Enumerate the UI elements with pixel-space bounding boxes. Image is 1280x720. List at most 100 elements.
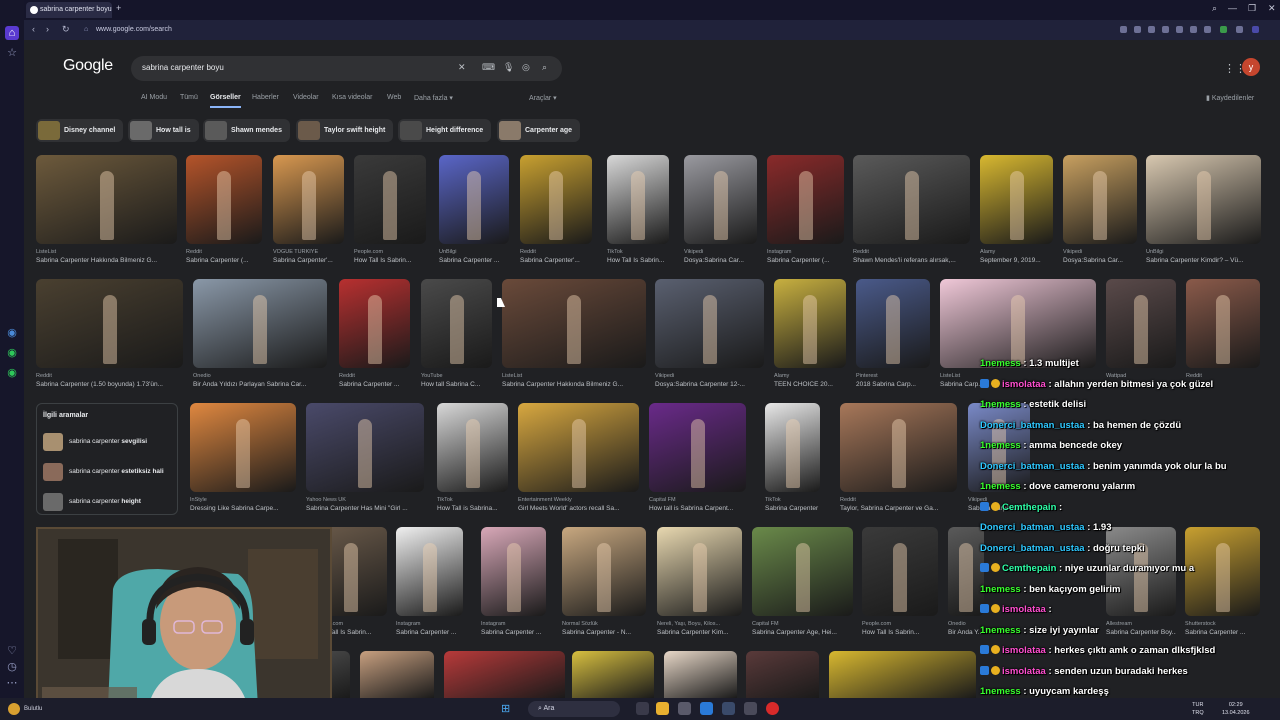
result-thumbnail[interactable]	[684, 155, 757, 244]
store-icon[interactable]	[678, 702, 691, 715]
system-clock[interactable]: 02:29 13.04.2026	[1222, 701, 1250, 717]
result-thumbnail[interactable]	[193, 279, 327, 368]
result-source[interactable]: Alamy	[774, 373, 846, 379]
result-source[interactable]: People.com	[862, 621, 938, 627]
result-source[interactable]: Pinterest	[856, 373, 930, 379]
result-source[interactable]: Normal Sözlük	[562, 621, 646, 627]
result-title[interactable]: How Tall Is Sabrin...	[354, 257, 426, 264]
image-result-card[interactable]: People.com How Tall Is Sabrin...	[354, 155, 426, 270]
tab-videos[interactable]: Videolar	[293, 94, 319, 101]
task-view-icon[interactable]	[636, 702, 649, 715]
image-result-card[interactable]: TikTok How Tall Is Sabrin...	[607, 155, 669, 270]
result-thumbnail[interactable]	[1186, 279, 1260, 368]
back-icon[interactable]: ‹	[32, 24, 35, 34]
result-title[interactable]: Sabrina Carpenter Has Mini "Girl ...	[306, 505, 424, 512]
result-title[interactable]: Sabrina Carpenter Hakkında Bilmeniz G...	[36, 257, 177, 264]
image-result-card[interactable]: ÜnBilgi Sabrina Carpenter Kimdir? – Vü...	[1146, 155, 1261, 270]
heart-icon[interactable]: ♡	[5, 644, 19, 658]
result-title[interactable]: Sabrina Carpenter ...	[396, 629, 463, 636]
steam-icon[interactable]	[722, 702, 735, 715]
result-title[interactable]: Sabrina Carpenter (...	[767, 257, 844, 264]
result-thumbnail[interactable]	[562, 527, 646, 616]
image-result-card[interactable]: Reddit Sabrina Carpenter'...	[520, 155, 592, 270]
result-thumbnail[interactable]	[520, 155, 592, 244]
avatar[interactable]: y	[1242, 58, 1260, 76]
image-result-card[interactable]: Onedio Bir Anda Y...	[948, 527, 984, 642]
result-title[interactable]: Sabrina Carpenter (...	[186, 257, 262, 264]
windows-start-icon[interactable]: ⊞	[501, 702, 510, 715]
result-title[interactable]: Dosya:Sabrina Car...	[684, 257, 757, 264]
result-source[interactable]: Vikipedi	[1063, 249, 1137, 255]
result-title[interactable]: Shawn Mendes'li referans alırsak,...	[853, 257, 970, 264]
suggestion-chip[interactable]: Shawn mendes	[203, 119, 290, 142]
result-title[interactable]: Sabrina Carpenter Hakkında Bilmeniz G...	[502, 381, 646, 388]
result-thumbnail[interactable]	[1063, 155, 1137, 244]
result-thumbnail[interactable]	[439, 155, 509, 244]
tab-web[interactable]: Web	[387, 94, 401, 101]
extension-icon[interactable]	[1120, 26, 1127, 33]
more-icon[interactable]: ⋯	[5, 676, 19, 690]
result-source[interactable]: Capital FM	[649, 497, 746, 503]
result-title[interactable]: Sabrina Carpenter'...	[520, 257, 592, 264]
result-thumbnail[interactable]	[948, 527, 984, 616]
result-title[interactable]: Dosya:Sabrina Car...	[1063, 257, 1137, 264]
google-logo[interactable]: Google	[63, 57, 113, 75]
image-result-card[interactable]: Pinterest 2018 Sabrina Carp...	[856, 279, 930, 394]
result-thumbnail[interactable]	[862, 527, 938, 616]
url-field[interactable]: ⌂ www.google.com/search	[84, 23, 1104, 37]
result-source[interactable]: Entertainment Weekly	[518, 497, 639, 503]
suggestion-chip[interactable]: Carpenter age	[497, 119, 581, 142]
result-source[interactable]: VOGUE TÜRKİYE	[273, 249, 344, 255]
outlook-icon[interactable]	[700, 702, 713, 715]
result-title[interactable]: How tall is Sabrina Carpent...	[649, 505, 746, 512]
result-title[interactable]: Bir Anda Y...	[948, 629, 984, 636]
image-result-card[interactable]: Instagram Sabrina Carpenter (...	[767, 155, 844, 270]
tab-more[interactable]: Daha fazla ▾	[414, 94, 453, 102]
result-thumbnail[interactable]	[1146, 155, 1261, 244]
result-source[interactable]: Reddit	[520, 249, 592, 255]
result-title[interactable]: September 9, 2019...	[980, 257, 1053, 264]
result-thumbnail[interactable]	[396, 527, 463, 616]
result-source[interactable]: Onedio	[948, 621, 984, 627]
result-title[interactable]: 2018 Sabrina Carp...	[856, 381, 930, 388]
image-result-card[interactable]: Reddit Shawn Mendes'li referans alırsak,.…	[853, 155, 970, 270]
menu-icon[interactable]	[1190, 26, 1197, 33]
home-icon[interactable]: ⌂	[5, 26, 19, 40]
taskbar-search[interactable]: ⌕ Ara	[528, 701, 620, 717]
browser-tab[interactable]: sabrina carpenter boyu	[26, 2, 112, 18]
result-thumbnail[interactable]	[856, 279, 930, 368]
image-result-card[interactable]: Alamy September 9, 2019...	[980, 155, 1053, 270]
result-thumbnail[interactable]	[752, 527, 853, 616]
history-icon[interactable]: ◷	[5, 660, 19, 674]
result-thumbnail[interactable]	[273, 155, 344, 244]
result-title[interactable]: Sabrina Carpenter ...	[339, 381, 410, 388]
result-source[interactable]: Instagram	[767, 249, 844, 255]
result-thumbnail[interactable]	[664, 651, 737, 698]
image-result-card[interactable]: Nereli, Yaşı, Boyu, Kilos... Sabrina Carp…	[657, 527, 742, 642]
image-result-card[interactable]: YouTube How tall Sabrina C...	[421, 279, 492, 394]
image-result-card[interactable]: ListeList Sabrina Carpenter Hakkında Bilm…	[36, 155, 177, 270]
suggestion-chip[interactable]: How tall is	[128, 119, 199, 142]
result-source[interactable]: Reddit	[186, 249, 262, 255]
image-result-card[interactable]: TikTok Sabrina Carpenter ...	[765, 403, 820, 518]
extension-icon[interactable]	[1176, 26, 1183, 33]
result-thumbnail[interactable]	[572, 651, 654, 698]
tab-search-icon[interactable]: ⌕	[1212, 3, 1217, 14]
image-result-card[interactable]: Reddit Sabrina Carpenter (...	[186, 155, 262, 270]
result-title[interactable]: Sabrina Carpenter'...	[273, 257, 344, 264]
result-thumbnail[interactable]	[502, 279, 646, 368]
opera-icon[interactable]	[766, 702, 779, 715]
spotify-icon[interactable]: ◉	[5, 366, 19, 380]
input-language[interactable]: TUR TRQ	[1192, 701, 1204, 717]
result-thumbnail[interactable]	[339, 279, 410, 368]
result-source[interactable]: ÜnBilgi	[1146, 249, 1261, 255]
search-icon[interactable]: ⌕	[542, 62, 547, 73]
result-thumbnail[interactable]	[186, 155, 262, 244]
result-thumbnail[interactable]	[1106, 279, 1176, 368]
result-thumbnail[interactable]	[306, 403, 424, 492]
result-title[interactable]: Sabrina Carpenter Kim...	[657, 629, 742, 636]
weather-label[interactable]: Bulutlu	[24, 706, 42, 712]
microphone-icon[interactable]: 🎙	[503, 62, 514, 73]
result-thumbnail[interactable]	[36, 279, 183, 368]
maximize-icon[interactable]: ❐	[1248, 3, 1256, 14]
